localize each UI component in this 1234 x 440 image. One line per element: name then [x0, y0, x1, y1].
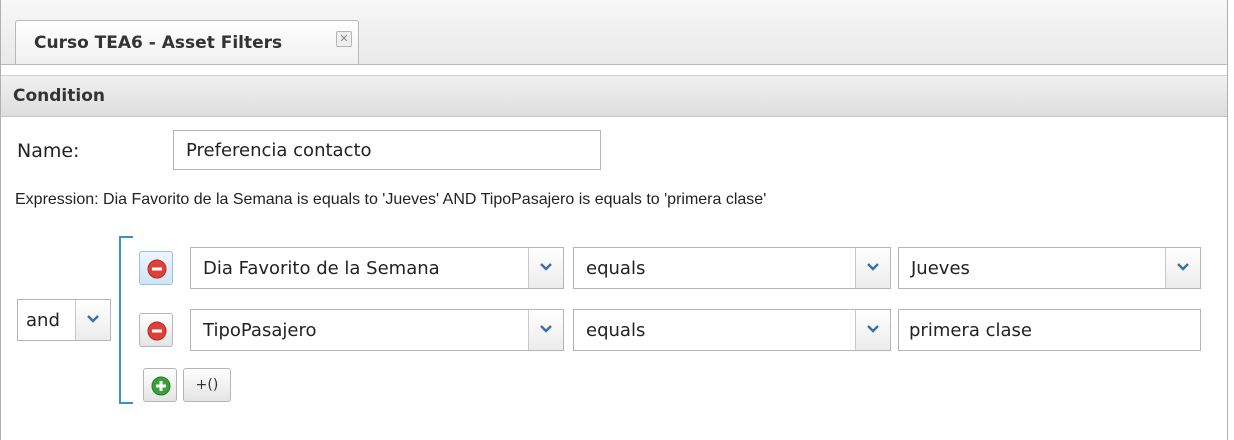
tab-bar: Curso TEA6 - Asset Filters ✕	[1, 0, 1227, 65]
field-value: Dia Favorito de la Semana	[203, 258, 440, 279]
add-condition-icon	[151, 376, 171, 396]
add-group-button[interactable]: +()	[183, 368, 231, 402]
chevron-down-icon[interactable]	[75, 300, 110, 340]
add-condition-button[interactable]	[143, 368, 177, 402]
condition-panel-header: Condition	[1, 75, 1227, 117]
operator-value: equals	[586, 258, 646, 279]
field-value: TipoPasajero	[203, 320, 317, 341]
operator-value: equals	[586, 320, 646, 341]
remove-condition-button-2[interactable]	[139, 313, 173, 347]
condition-group-bracket	[119, 236, 133, 404]
remove-condition-icon	[147, 321, 167, 341]
name-input[interactable]	[173, 130, 601, 170]
name-label: Name:	[17, 140, 80, 162]
operator-select-2[interactable]: equals	[573, 309, 891, 351]
group-operator-select[interactable]: and	[17, 299, 111, 341]
chevron-down-icon[interactable]	[1165, 248, 1200, 288]
close-tab-icon[interactable]: ✕	[336, 31, 352, 47]
remove-condition-icon	[147, 259, 167, 279]
chevron-down-icon[interactable]	[855, 248, 890, 288]
remove-condition-button-1[interactable]	[139, 251, 173, 285]
value-select-1[interactable]: Jueves	[898, 247, 1201, 289]
chevron-down-icon[interactable]	[855, 310, 890, 350]
field-select-2[interactable]: TipoPasajero	[190, 309, 564, 351]
tab-asset-filters[interactable]: Curso TEA6 - Asset Filters ✕	[15, 20, 359, 64]
asset-filters-window: Curso TEA6 - Asset Filters ✕ Condition N…	[0, 0, 1228, 440]
value-text: primera clase	[909, 320, 1032, 341]
tab-title: Curso TEA6 - Asset Filters	[34, 33, 283, 53]
value-input-2[interactable]: primera clase	[898, 309, 1201, 351]
operator-select-1[interactable]: equals	[573, 247, 891, 289]
group-operator-value: and	[26, 310, 60, 331]
panel-title: Condition	[13, 86, 105, 106]
chevron-down-icon[interactable]	[528, 310, 563, 350]
field-select-1[interactable]: Dia Favorito de la Semana	[190, 247, 564, 289]
value-value: Jueves	[911, 258, 970, 279]
chevron-down-icon[interactable]	[528, 248, 563, 288]
expression-text: Expression: Dia Favorito de la Semana is…	[15, 191, 767, 208]
